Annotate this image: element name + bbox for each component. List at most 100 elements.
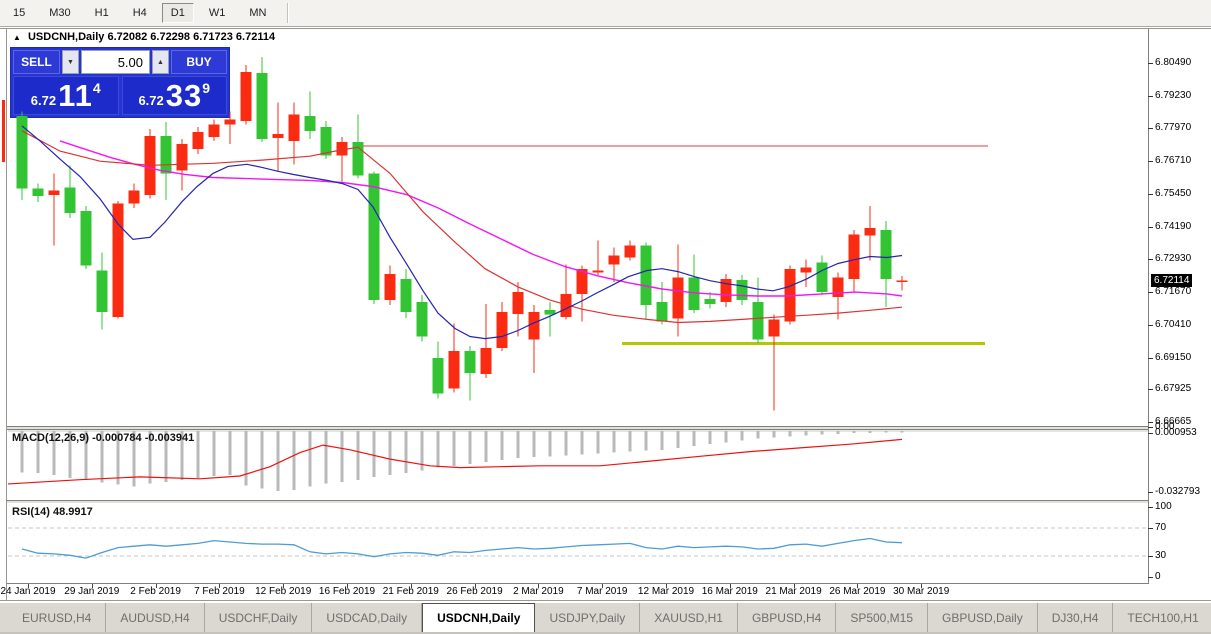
- date-axis-tick: [730, 584, 731, 588]
- candle-body: [817, 262, 828, 292]
- rsi-splitter[interactable]: [7, 501, 1148, 503]
- price-axis-label: 6.76710: [1155, 155, 1191, 166]
- rsi-axis-tick: [1148, 577, 1153, 578]
- candle-body: [65, 187, 76, 213]
- timeframe-button-w1[interactable]: W1: [200, 3, 235, 23]
- candle-body: [897, 281, 908, 283]
- date-axis-tick: [28, 584, 29, 588]
- price-axis-tick: [1148, 292, 1153, 293]
- chart-tab-tech100-h1[interactable]: TECH100,H1: [1113, 603, 1211, 632]
- chart-tab-usdcad-daily[interactable]: USDCAD,Daily: [312, 603, 422, 632]
- date-axis-tick: [219, 584, 220, 588]
- macd-values-label: -0.000784 -0.003941: [92, 432, 194, 444]
- candle-body: [385, 274, 396, 300]
- timeframe-button-d1[interactable]: D1: [162, 3, 194, 23]
- candle-body: [273, 134, 284, 138]
- candle-body: [49, 190, 60, 195]
- date-axis-tick: [283, 584, 284, 588]
- timeframe-toolbar: 15 M30 H1 H4 D1 W1MN: [0, 0, 1211, 27]
- timeframe-button-h1[interactable]: H1: [86, 3, 118, 23]
- price-axis-tick: [1148, 227, 1153, 228]
- macd-header: MACD(12,26,9) -0.000784 -0.003941: [12, 432, 194, 444]
- price-chart-canvas[interactable]: [0, 30, 1148, 426]
- chart-tab-gbpusd-h4[interactable]: GBPUSD,H4: [738, 603, 836, 632]
- chart-tab-usdcnh-daily[interactable]: USDCNH,Daily: [422, 603, 535, 632]
- date-axis-tick: [92, 584, 93, 588]
- candle-body: [161, 136, 172, 174]
- candle-body: [625, 246, 636, 258]
- macd-axis-label: 0.000953: [1155, 427, 1197, 438]
- price-axis-label: 6.80490: [1155, 57, 1191, 68]
- price-axis-tick: [1148, 194, 1153, 195]
- price-axis-label: 6.75450: [1155, 188, 1191, 199]
- candle-body: [209, 124, 220, 137]
- candle-body: [225, 119, 236, 124]
- rsi-indicator-canvas[interactable]: [8, 503, 1148, 583]
- candle-body: [97, 270, 108, 312]
- date-axis-tick: [347, 584, 348, 588]
- timeframe-button-15[interactable]: 15: [4, 3, 34, 23]
- chart-tab-usdjpy-daily[interactable]: USDJPY,Daily: [535, 603, 640, 632]
- candle-body: [529, 312, 540, 340]
- price-axis-tick: [1148, 389, 1153, 390]
- candle-body: [449, 351, 460, 389]
- rsi-panel-bottom-border: [7, 583, 1148, 584]
- date-axis-tick: [666, 584, 667, 588]
- date-axis-tick: [475, 584, 476, 588]
- macd-panel-top-border: [7, 429, 1148, 430]
- rsi-axis-tick: [1148, 507, 1153, 508]
- candle-body: [657, 302, 668, 322]
- candle-body: [321, 127, 332, 156]
- timeframe-button-h4[interactable]: H4: [124, 3, 156, 23]
- rsi-axis-label: 100: [1155, 501, 1172, 512]
- candle-body: [177, 144, 188, 170]
- candle-body: [305, 116, 316, 131]
- candle-body: [769, 320, 780, 337]
- candle-body: [593, 270, 604, 272]
- chart-tab-usdchf-daily[interactable]: USDCHF,Daily: [205, 603, 313, 632]
- timeframe-button-m30[interactable]: M30: [40, 3, 79, 23]
- chart-tab-xauusd-h1[interactable]: XAUUSD,H1: [640, 603, 738, 632]
- candle-body: [193, 132, 204, 149]
- chart-tab-eurusd-h4[interactable]: EURUSD,H4: [8, 603, 106, 632]
- rsi-axis-label: 70: [1155, 522, 1166, 533]
- chart-frame-bottom: [0, 600, 1211, 601]
- candle-body: [497, 312, 508, 348]
- candle-body: [865, 228, 876, 236]
- candle-body: [113, 203, 124, 317]
- chart-tab-dj30-h4[interactable]: DJ30,H4: [1038, 603, 1114, 632]
- candle-body: [289, 114, 300, 140]
- timeframe-button-mn[interactable]: MN: [240, 3, 275, 23]
- rsi-axis-tick: [1148, 556, 1153, 557]
- rsi-axis-label: 0: [1155, 571, 1161, 582]
- rsi-value-label: 48.9917: [53, 506, 93, 518]
- candle-body: [81, 211, 92, 265]
- macd-name-label: MACD(12,26,9): [12, 432, 89, 444]
- price-axis-label: 6.67925: [1155, 383, 1191, 394]
- current-price-tag: 6.72114: [1151, 274, 1192, 287]
- price-axis-label: 6.72930: [1155, 253, 1191, 264]
- price-axis-label: 6.74190: [1155, 221, 1191, 232]
- candle-body: [609, 255, 620, 264]
- macd-axis-label: -0.032793: [1155, 486, 1200, 497]
- candle-body: [881, 230, 892, 279]
- candle-body: [801, 267, 812, 272]
- chart-tab-sp500-m15[interactable]: SP500,M15: [836, 603, 928, 632]
- candle-body: [465, 351, 476, 373]
- macd-axis-tick: [1148, 492, 1153, 493]
- price-axis-label: 6.70410: [1155, 319, 1191, 330]
- date-axis-tick: [857, 584, 858, 588]
- chart-tab-audusd-h4[interactable]: AUDUSD,H4: [106, 603, 204, 632]
- price-axis-label: 6.71670: [1155, 286, 1191, 297]
- candle-body: [737, 280, 748, 300]
- date-axis-tick: [538, 584, 539, 588]
- macd-axis-tick: [1148, 433, 1153, 434]
- price-axis-tick: [1148, 161, 1153, 162]
- rsi-axis-tick: [1148, 528, 1153, 529]
- candle-body: [417, 302, 428, 337]
- chart-tab-bar: EURUSD,H4AUDUSD,H4USDCHF,DailyUSDCAD,Dai…: [0, 602, 1211, 632]
- price-axis-label: 6.79230: [1155, 90, 1191, 101]
- date-axis-tick: [411, 584, 412, 588]
- candle-body: [753, 302, 764, 339]
- chart-tab-gbpusd-daily[interactable]: GBPUSD,Daily: [928, 603, 1038, 632]
